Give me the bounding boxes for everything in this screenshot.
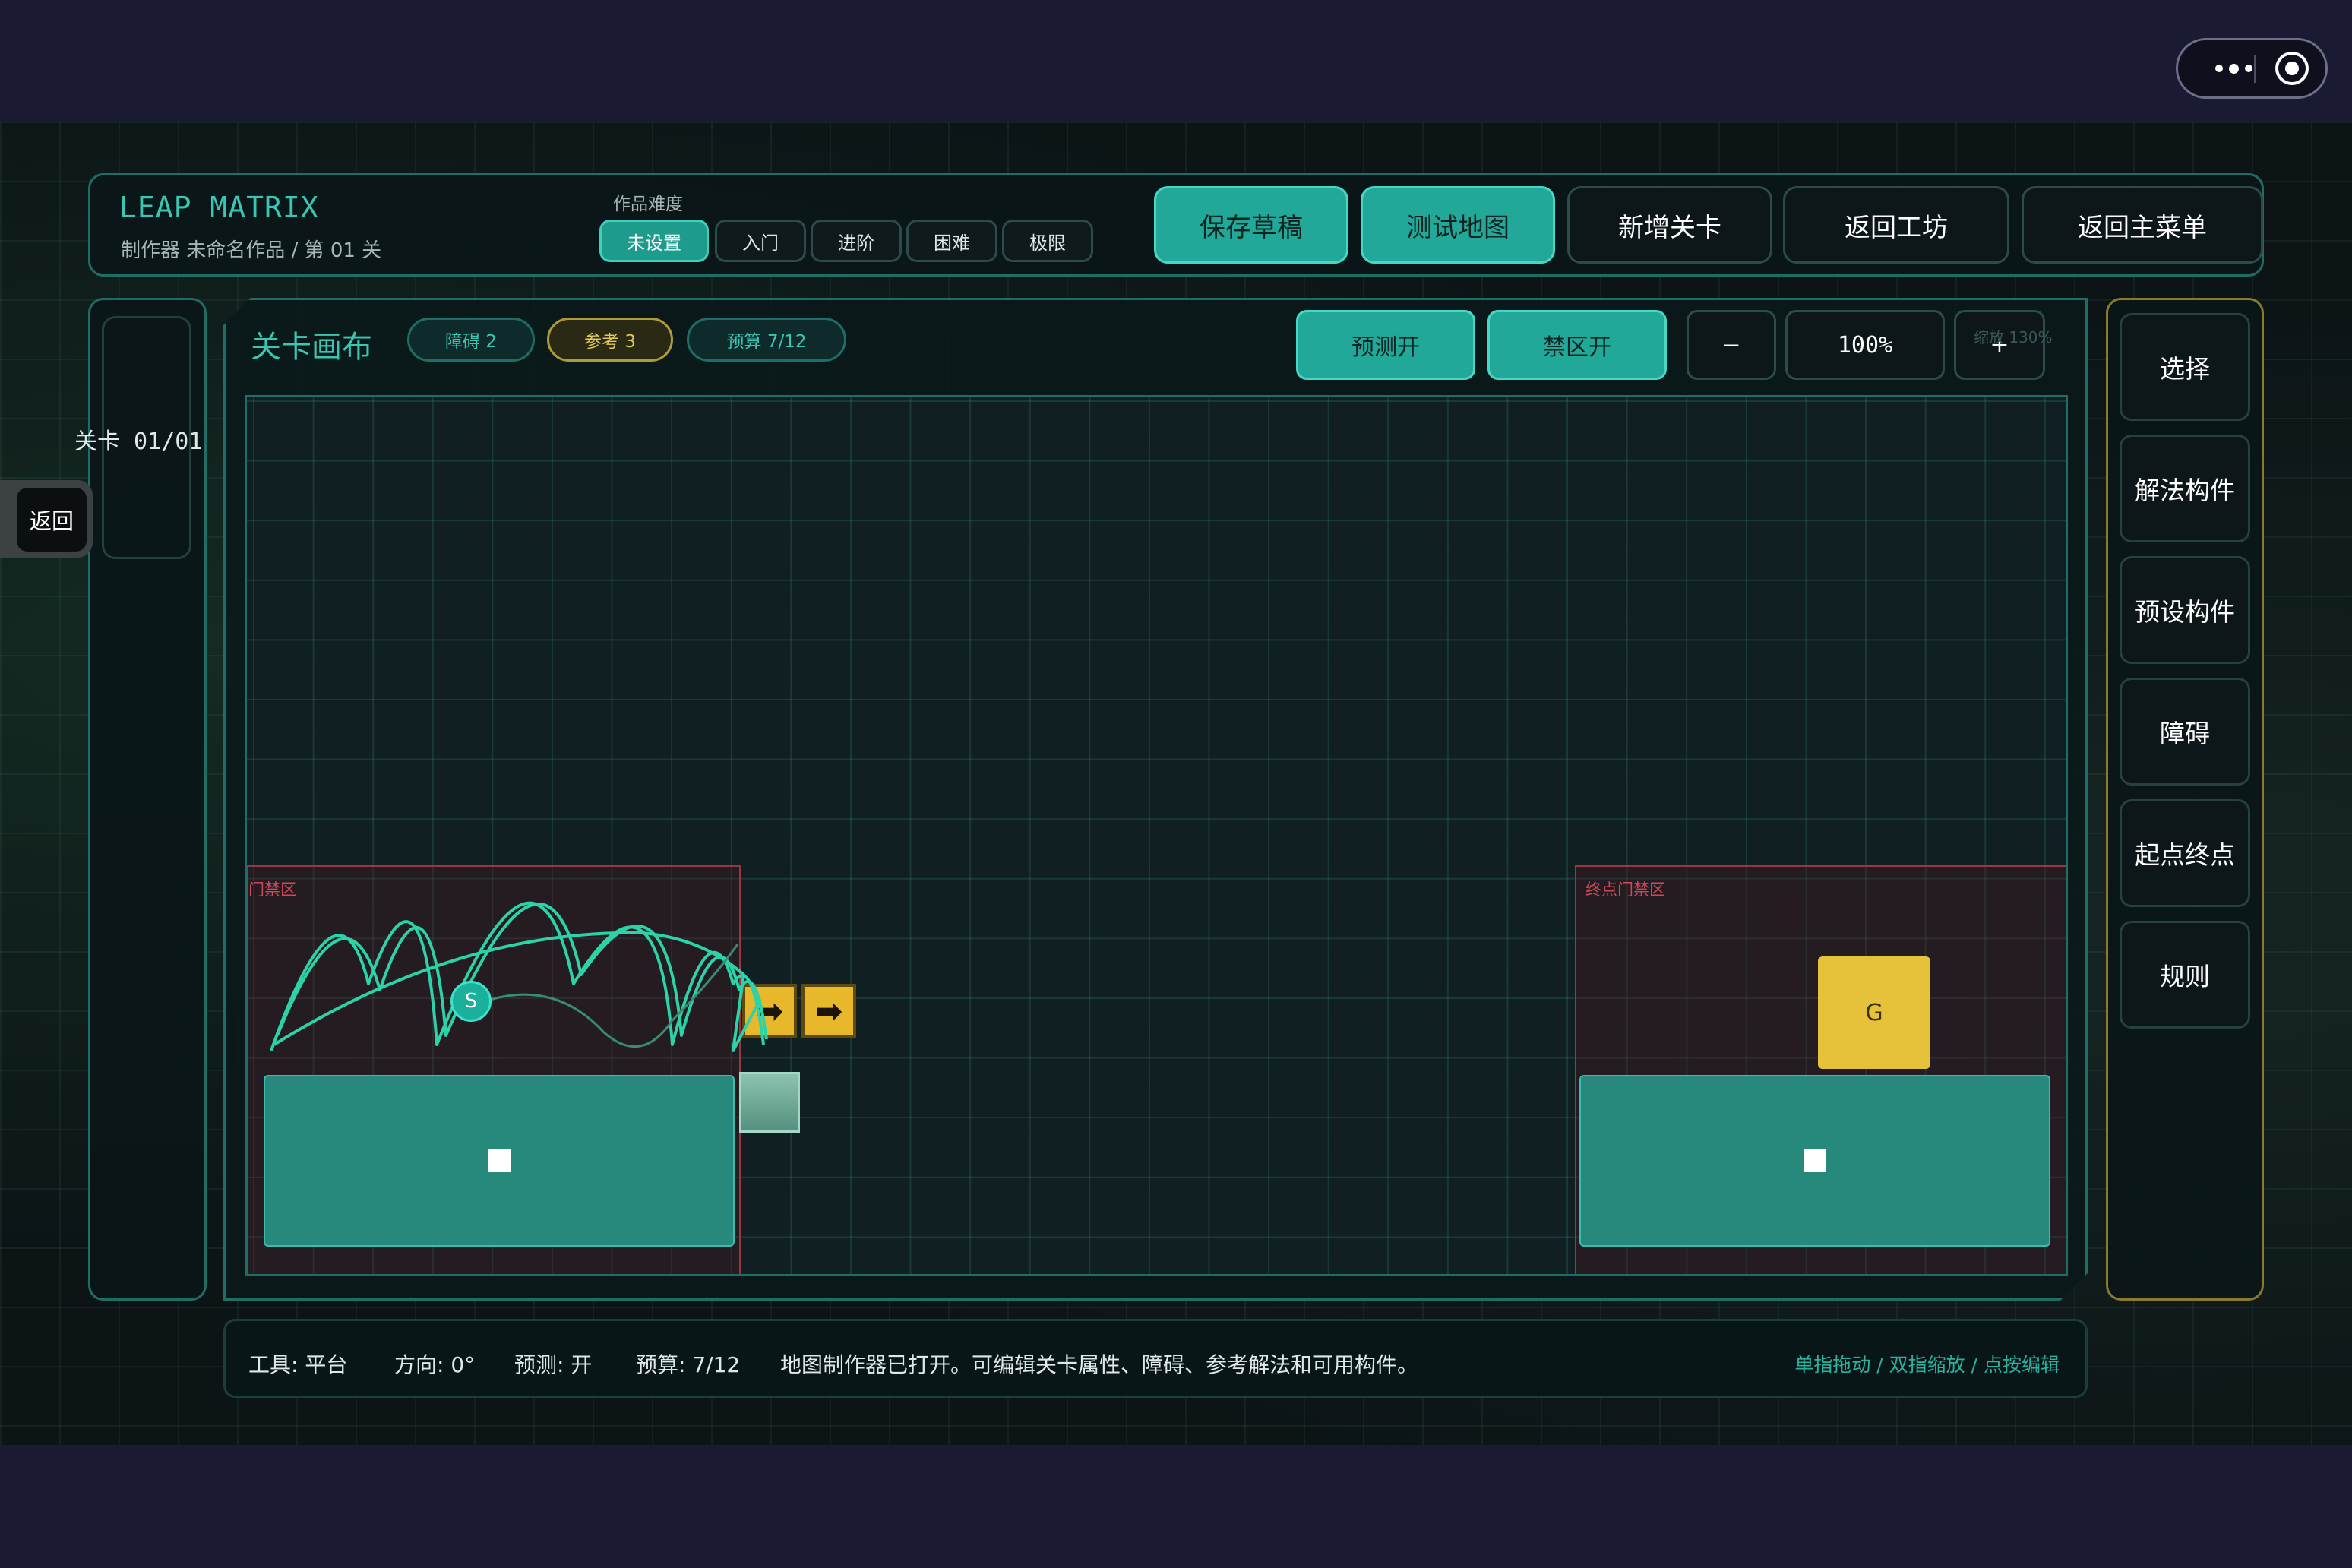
nozone-toggle[interactable]: 禁区开 <box>1487 310 1667 380</box>
reference-count-pill: 参考 3 <box>547 318 673 362</box>
back-menu-button[interactable]: 返回主菜单 <box>2022 186 2263 264</box>
budget-pill: 预算 7/12 <box>687 318 846 362</box>
status-bar: 工具: 平台 方向: 0° 预测: 开 预算: 7/12 地图制作器已打开。可编… <box>223 1319 2088 1398</box>
tool-obstacle-button[interactable]: 障碍 <box>2120 678 2250 786</box>
tool-solution-parts-button[interactable]: 解法构件 <box>2120 435 2250 542</box>
zoom-level: 100% <box>1785 310 1945 380</box>
status-message: 地图制作器已打开。可编辑关卡属性、障碍、参考解法和可用构件。 <box>780 1352 1419 1377</box>
difficulty-option-unset[interactable]: 未设置 <box>599 220 709 262</box>
difficulty-option-hard[interactable]: 困难 <box>906 220 997 262</box>
trajectory-preview <box>270 901 768 1052</box>
tool-start-end-button[interactable]: 起点终点 <box>2120 799 2250 907</box>
status-budget: 预算: 7/12 <box>636 1352 741 1377</box>
predict-toggle[interactable]: 预测开 <box>1296 310 1475 380</box>
capsule-divider <box>2254 55 2256 83</box>
level-counter: 关卡 01/01 <box>74 428 203 455</box>
app-root: LEAP MATRIX 制作器 未命名作品 / 第 01 关 作品难度 未设置 … <box>0 122 2352 1445</box>
tool-rules-button[interactable]: 规则 <box>2120 921 2250 1029</box>
difficulty-option-beginner[interactable]: 入门 <box>715 220 806 262</box>
status-tool: 工具: 平台 <box>248 1352 348 1377</box>
test-map-button[interactable]: 测试地图 <box>1361 186 1555 264</box>
tool-select-button[interactable]: 选择 <box>2120 313 2250 421</box>
breadcrumb: 制作器 未命名作品 / 第 01 关 <box>121 239 382 262</box>
status-direction: 方向: 0° <box>394 1352 476 1377</box>
difficulty-label: 作品难度 <box>613 194 683 214</box>
start-marker[interactable]: S <box>450 981 492 1022</box>
app-logo: LEAP MATRIX <box>119 191 319 224</box>
canvas-title: 关卡画布 <box>251 330 372 365</box>
header-bar: LEAP MATRIX 制作器 未命名作品 / 第 01 关 作品难度 未设置 … <box>88 173 2264 277</box>
level-grid[interactable]: 门禁区 终点门禁区 ➡ ➡ G S <box>245 395 2068 1276</box>
obstacle-count-pill: 障碍 2 <box>407 318 535 362</box>
save-draft-button[interactable]: 保存草稿 <box>1154 186 1348 264</box>
system-capsule <box>2176 38 2328 99</box>
difficulty-option-advanced[interactable]: 进阶 <box>811 220 902 262</box>
zoom-hint-ghost: 缩放 130% <box>1974 328 2053 346</box>
status-predict: 预测: 开 <box>514 1352 593 1377</box>
back-workshop-button[interactable]: 返回工坊 <box>1783 186 2009 264</box>
gesture-hint: 单指拖动 / 双指缩放 / 点按编辑 <box>1794 1354 2060 1376</box>
more-dots-icon[interactable] <box>2199 40 2268 96</box>
target-icon[interactable] <box>2275 52 2309 85</box>
add-level-button[interactable]: 新增关卡 <box>1567 186 1772 264</box>
back-button[interactable]: 返回 <box>17 488 87 552</box>
difficulty-option-extreme[interactable]: 极限 <box>1002 220 1093 262</box>
zoom-out-button[interactable]: − <box>1687 310 1776 380</box>
tool-preset-parts-button[interactable]: 预设构件 <box>2120 556 2250 664</box>
